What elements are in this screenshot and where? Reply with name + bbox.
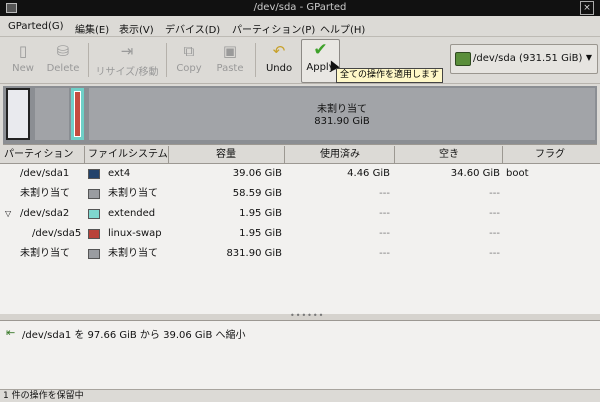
partition-used: --- — [379, 228, 390, 239]
partition-flags: boot — [506, 168, 529, 179]
status-text: 1 件の操作を保留中 — [3, 391, 84, 401]
pending-operation-item[interactable]: /dev/sda1 を 97.66 GiB から 39.06 GiB へ縮小 — [22, 326, 246, 341]
status-bar: 1 件の操作を保留中 — [0, 389, 600, 402]
fs-color-swatch — [88, 169, 100, 179]
menu-bar: GParted(G) 編集(E) 表示(V) デバイス(D) パーティション(P… — [0, 16, 600, 37]
fs-color-swatch — [88, 249, 100, 259]
partition-size: 1.95 GiB — [239, 208, 282, 219]
delete-label: Delete — [46, 63, 80, 74]
menu-help[interactable]: ヘルプ(H) — [320, 21, 365, 36]
partition-free: --- — [489, 208, 500, 219]
partition-free: --- — [489, 248, 500, 259]
fs-color-swatch — [88, 189, 100, 199]
partition-free: --- — [489, 188, 500, 199]
column-partition[interactable]: パーティション — [4, 146, 85, 163]
table-row[interactable]: 未割り当て 未割り当て 58.59 GiB --- --- — [0, 184, 600, 204]
table-row[interactable]: /dev/sda5 linux-swap 1.95 GiB --- --- — [0, 224, 600, 244]
new-button[interactable]: ▯ New — [6, 41, 40, 81]
paste-icon: ▣ — [222, 42, 238, 60]
toolbar-separator — [88, 43, 89, 77]
partition-used: --- — [379, 188, 390, 199]
undo-button[interactable]: ↶ Undo — [262, 41, 296, 81]
disk-map-unallocated-label: 未割り当て — [317, 104, 367, 115]
column-size[interactable]: 容量 — [168, 146, 285, 163]
column-free[interactable]: 空き — [396, 146, 503, 163]
window-title: /dev/sda - GParted — [253, 2, 347, 13]
partition-size: 39.06 GiB — [232, 168, 282, 179]
new-icon: ▯ — [18, 42, 28, 60]
column-filesystem[interactable]: ファイルシステム — [86, 146, 169, 163]
title-bar: /dev/sda - GParted × — [0, 0, 600, 16]
menu-edit[interactable]: 編集(E) — [75, 21, 109, 36]
device-selector-label: /dev/sda (931.51 GiB) — [473, 53, 583, 64]
filesystem-name: linux-swap — [108, 228, 162, 239]
partition-used: 4.46 GiB — [347, 168, 390, 179]
column-used[interactable]: 使用済み — [286, 146, 395, 163]
harddisk-icon — [455, 52, 471, 66]
paste-button[interactable]: ▣ Paste — [212, 41, 248, 81]
fs-color-swatch — [88, 229, 100, 239]
undo-label: Undo — [265, 63, 293, 74]
disk-map: 未割り当て 831.90 GiB — [3, 86, 597, 145]
dropdown-arrow-icon: ▼ — [585, 53, 592, 62]
partition-name: /dev/sda1 — [20, 168, 70, 179]
paste-label: Paste — [216, 63, 244, 74]
resize-label: リサイズ/移動 — [95, 67, 159, 78]
disk-map-unallocated-size: 831.90 GiB — [314, 116, 370, 127]
partition-used: --- — [379, 248, 390, 259]
fs-color-swatch — [88, 209, 100, 219]
copy-icon: ⧉ — [183, 42, 195, 60]
splitter-grip-icon: •••••• — [290, 311, 325, 320]
close-icon[interactable]: × — [580, 1, 594, 15]
partition-size: 831.90 GiB — [226, 248, 282, 259]
disk-map-sda2-extended[interactable] — [71, 88, 84, 140]
filesystem-name: extended — [108, 208, 156, 219]
menu-partition[interactable]: パーティション(P) — [232, 21, 315, 36]
table-row[interactable]: 未割り当て 未割り当て 831.90 GiB --- --- — [0, 244, 600, 264]
partition-table: /dev/sda1 ext4 39.06 GiB 4.46 GiB 34.60 … — [0, 164, 600, 314]
resize-operation-icon: ⇤ — [6, 326, 16, 339]
partition-size: 1.95 GiB — [239, 228, 282, 239]
partition-table-header: パーティション ファイルシステム 容量 使用済み 空き フラグ — [0, 146, 600, 164]
table-row[interactable]: /dev/sda1 ext4 39.06 GiB 4.46 GiB 34.60 … — [0, 164, 600, 184]
partition-size: 58.59 GiB — [232, 188, 282, 199]
partition-used: --- — [379, 208, 390, 219]
undo-icon: ↶ — [272, 42, 286, 60]
table-row[interactable]: ▽ /dev/sda2 extended 1.95 GiB --- --- — [0, 204, 600, 224]
partition-name: /dev/sda5 — [32, 228, 82, 239]
partition-name: 未割り当て — [20, 188, 70, 199]
disk-map-sda1[interactable] — [6, 88, 30, 140]
resize-icon: ⇥ — [120, 42, 134, 60]
apply-tooltip: 全ての操作を適用します — [336, 68, 444, 83]
disk-map-unallocated-1[interactable] — [35, 88, 69, 140]
expander-arrow-icon[interactable]: ▽ — [5, 204, 11, 224]
filesystem-name: 未割り当て — [108, 188, 158, 199]
disk-map-sda5[interactable] — [74, 91, 81, 137]
partition-free: --- — [489, 228, 500, 239]
copy-label: Copy — [176, 63, 202, 74]
partition-free: 34.60 GiB — [450, 168, 500, 179]
pending-operations-pane: ⇤ /dev/sda1 を 97.66 GiB から 39.06 GiB へ縮小 — [0, 320, 600, 389]
resize-move-button[interactable]: ⇥ リサイズ/移動 — [94, 41, 160, 81]
new-label: New — [12, 63, 34, 74]
column-flags[interactable]: フラグ — [504, 146, 596, 163]
delete-icon: ⛁ — [56, 42, 70, 60]
menu-view[interactable]: 表示(V) — [119, 21, 154, 36]
toolbar-separator — [255, 43, 256, 77]
partition-name: 未割り当て — [20, 248, 70, 259]
copy-button[interactable]: ⧉ Copy — [173, 41, 205, 81]
device-selector[interactable]: /dev/sda (931.51 GiB) ▼ — [450, 44, 598, 74]
filesystem-name: ext4 — [108, 168, 131, 179]
checkmark-icon: ✔ — [313, 40, 328, 60]
partition-name: /dev/sda2 — [20, 208, 70, 219]
disk-map-unallocated-2[interactable]: 未割り当て 831.90 GiB — [89, 88, 595, 140]
filesystem-name: 未割り当て — [108, 248, 158, 259]
toolbar-separator — [166, 43, 167, 77]
menu-device[interactable]: デバイス(D) — [165, 21, 220, 36]
delete-button[interactable]: ⛁ Delete — [44, 41, 82, 81]
gparted-window: /dev/sda - GParted × GParted(G) 編集(E) 表示… — [0, 0, 600, 402]
menu-gparted[interactable]: GParted(G) — [8, 21, 64, 32]
